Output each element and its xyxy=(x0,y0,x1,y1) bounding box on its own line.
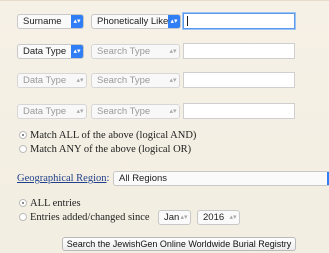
chevron-updown-icon: ▴▾ xyxy=(169,108,177,115)
search-input-2[interactable] xyxy=(183,43,295,59)
match-select-3[interactable]: Search Type ▴▾ xyxy=(91,73,180,88)
chevron-updown-icon: ▴▾ xyxy=(169,48,177,55)
entries-since-label: Entries added/changed since xyxy=(30,212,150,223)
match-select-label: Search Type xyxy=(97,46,151,57)
chevron-updown-icon: ▴▾ xyxy=(169,77,177,84)
field-select-4[interactable]: Data Type ▴▾ xyxy=(17,104,87,119)
entries-since-option[interactable]: Entries added/changed since xyxy=(19,212,150,223)
match-all-option[interactable]: Match ALL of the above (logical AND) xyxy=(19,130,196,141)
chevron-updown-icon: ▴▾ xyxy=(76,77,84,84)
match-select-4[interactable]: Search Type ▴▾ xyxy=(91,104,180,119)
chevron-updown-icon: ▴▾ xyxy=(168,15,180,28)
month-select[interactable]: Jan ▴▾ xyxy=(158,210,191,225)
search-input-3[interactable] xyxy=(183,72,295,88)
match-select-label: Search Type xyxy=(97,75,151,86)
field-select-label: Data Type xyxy=(23,46,67,57)
field-select-label: Data Type xyxy=(23,75,67,86)
match-select-2[interactable]: Search Type ▴▾ xyxy=(91,44,180,59)
field-select-1[interactable]: Surname ▴▾ xyxy=(17,14,84,29)
chevron-updown-icon: ▴▾ xyxy=(229,214,237,221)
match-select-label: Search Type xyxy=(97,106,151,117)
match-select-1[interactable]: Phonetically Like ▴▾ xyxy=(91,14,181,29)
geo-region-link[interactable]: Geographical Region xyxy=(17,173,107,184)
radio-button[interactable] xyxy=(19,199,27,207)
all-entries-label: ALL entries xyxy=(30,198,81,209)
field-select-label: Surname xyxy=(23,16,62,27)
search-input-1[interactable] xyxy=(183,13,295,29)
chevron-updown-icon: ▴▾ xyxy=(76,108,84,115)
radio-button[interactable] xyxy=(19,131,27,139)
field-select-label: Data Type xyxy=(23,106,67,117)
chevron-updown-icon: ▴▾ xyxy=(180,214,188,221)
year-select[interactable]: 2016 ▴▾ xyxy=(197,210,240,225)
search-input-4[interactable] xyxy=(183,103,295,119)
geo-region-colon: : xyxy=(106,173,110,184)
search-button[interactable]: Search the JewishGen Online Worldwide Bu… xyxy=(62,237,296,251)
match-all-label: Match ALL of the above (logical AND) xyxy=(30,130,197,141)
region-select-label: All Regions xyxy=(119,173,168,184)
field-select-3[interactable]: Data Type ▴▾ xyxy=(17,73,87,88)
year-select-label: 2016 xyxy=(203,212,225,223)
field-select-2[interactable]: Data Type ▴▾ xyxy=(17,44,84,59)
chevron-updown-icon: ▴▾ xyxy=(71,15,83,28)
geo-region-label[interactable]: Geographical Region: xyxy=(17,173,109,184)
radio-button[interactable] xyxy=(19,145,27,153)
match-any-option[interactable]: Match ANY of the above (logical OR) xyxy=(19,144,191,155)
region-select[interactable]: All Regions xyxy=(113,171,329,186)
text-caret xyxy=(187,16,188,26)
all-entries-option[interactable]: ALL entries xyxy=(19,198,81,209)
chevron-updown-icon: ▴▾ xyxy=(71,45,83,58)
radio-button[interactable] xyxy=(19,213,27,221)
match-any-label: Match ANY of the above (logical OR) xyxy=(30,144,192,155)
match-select-label: Phonetically Like xyxy=(97,16,169,27)
